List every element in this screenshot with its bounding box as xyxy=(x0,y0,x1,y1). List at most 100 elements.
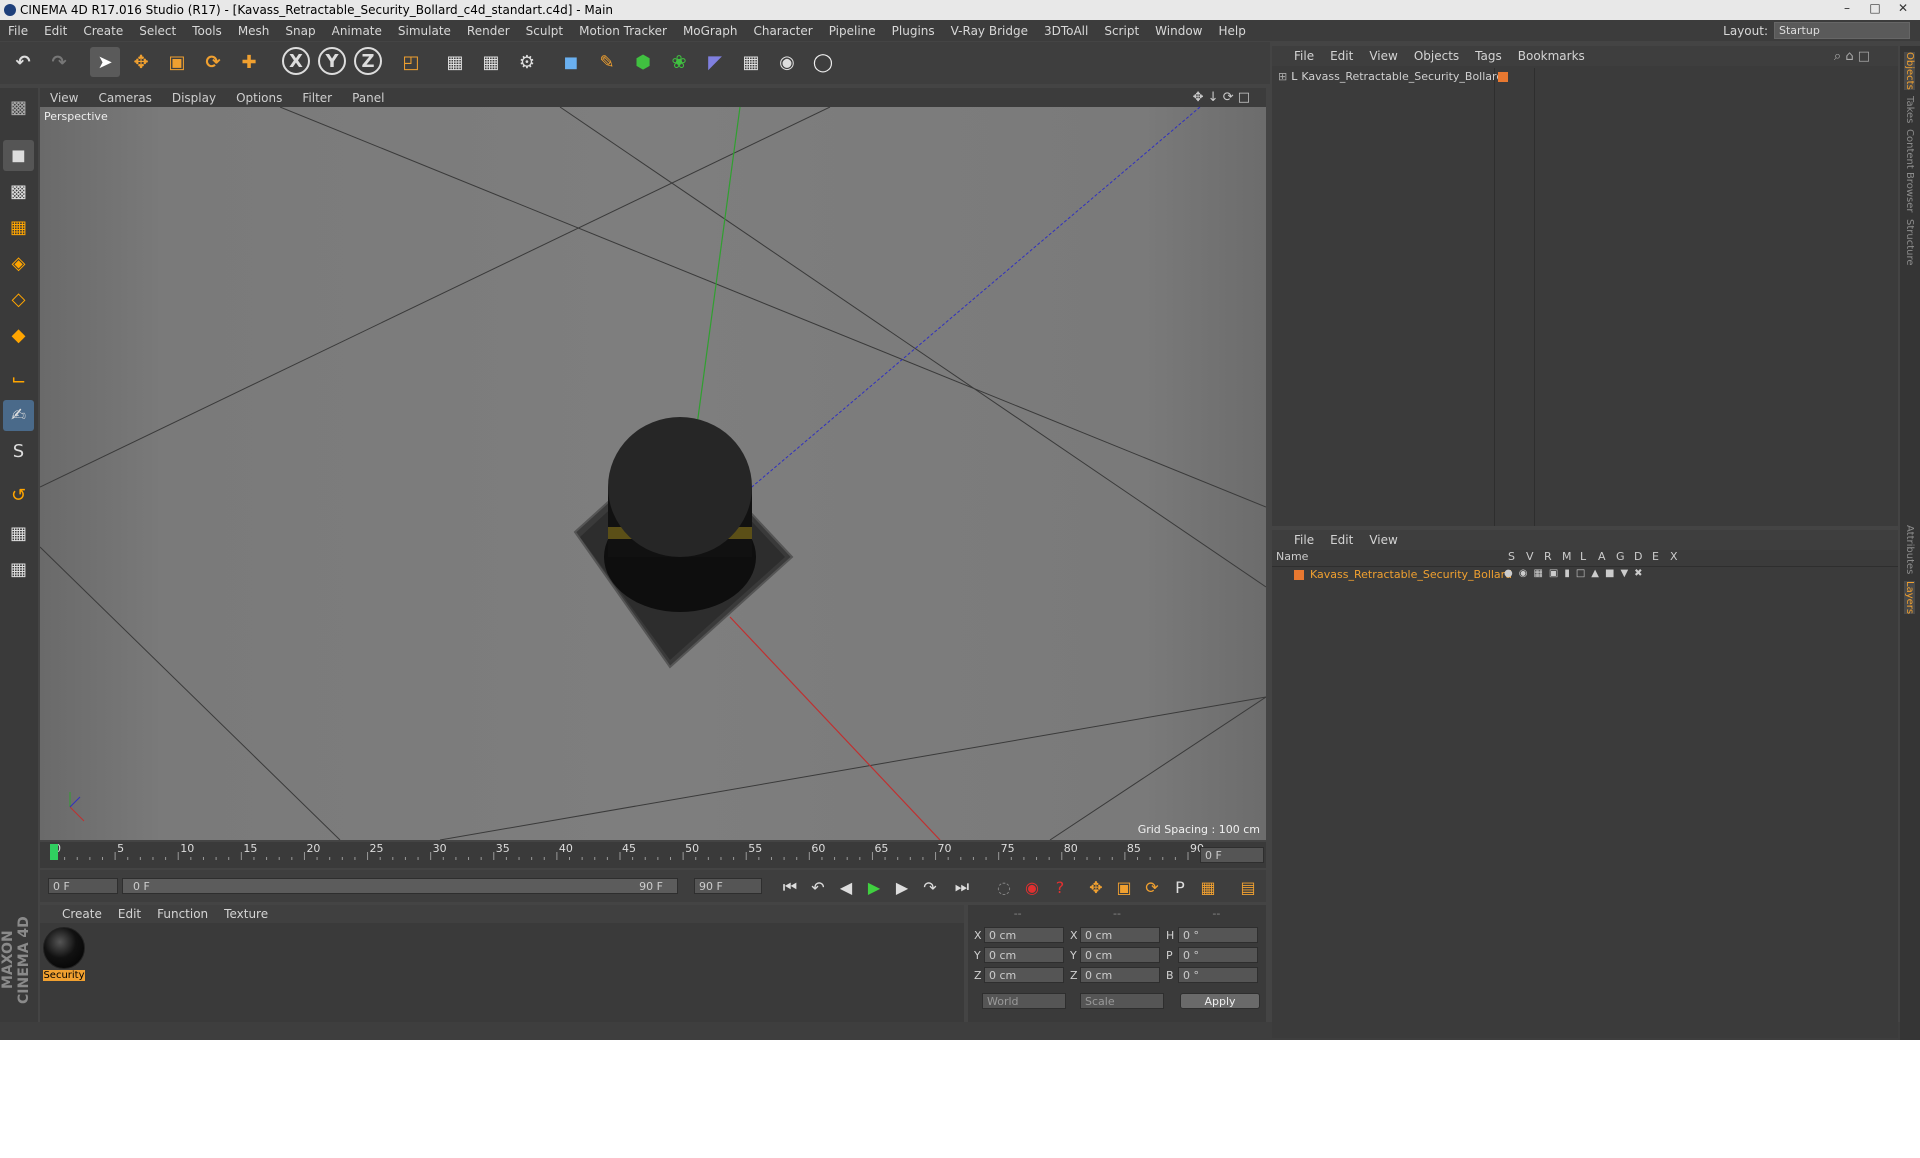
light-icon[interactable]: ◯ xyxy=(808,47,838,77)
menu-snap[interactable]: Snap xyxy=(277,24,323,38)
menu-3dtoall[interactable]: 3DToAll xyxy=(1036,24,1096,38)
menu-character[interactable]: Character xyxy=(745,24,820,38)
redo-icon[interactable]: ↷ xyxy=(44,47,74,77)
go-to-start-icon[interactable]: ⏮ xyxy=(778,875,802,899)
current-frame-field[interactable]: 0 F xyxy=(1200,847,1264,863)
tab-takes[interactable]: Takes xyxy=(1904,96,1915,123)
frame-range-slider[interactable]: 0 F 90 F xyxy=(122,878,678,894)
menu-tools[interactable]: Tools xyxy=(184,24,230,38)
perspective-viewport[interactable]: Perspective Grid Spacing : 100 cm xyxy=(40,107,1266,840)
key-position-icon[interactable]: ✥ xyxy=(1084,875,1108,899)
tab-objects[interactable]: Objects xyxy=(1904,52,1915,90)
make-editable-icon[interactable]: ▩ xyxy=(3,92,34,123)
layer-flag-icons[interactable]: ●◉▦▣▮□▲■▼✖ xyxy=(1504,568,1649,579)
expand-icon[interactable]: ⊞ xyxy=(1278,70,1287,83)
planar-workplane-icon[interactable]: ▦ xyxy=(3,554,34,585)
tweak-mode-icon[interactable]: ✍ xyxy=(3,400,34,431)
tab-attributes[interactable]: Attributes xyxy=(1904,525,1915,574)
camera-icon[interactable]: ◉ xyxy=(772,47,802,77)
layer-color-swatch[interactable] xyxy=(1294,570,1304,580)
menu-mograph[interactable]: MoGraph xyxy=(675,24,746,38)
key-rotation-icon[interactable]: ⟳ xyxy=(1140,875,1164,899)
obj-menu-bookmarks[interactable]: Bookmarks xyxy=(1510,49,1593,63)
play-icon[interactable]: ▶ xyxy=(862,875,886,899)
end-frame-field[interactable]: 90 F xyxy=(694,878,762,894)
menu-window[interactable]: Window xyxy=(1147,24,1210,38)
rotation-h-field[interactable]: 0 ° xyxy=(1178,927,1258,943)
layer-color-tag[interactable] xyxy=(1498,72,1508,82)
next-key-icon[interactable]: ↷ xyxy=(918,875,942,899)
menu-select[interactable]: Select xyxy=(131,24,184,38)
size-y-field[interactable]: 0 cm xyxy=(1080,947,1160,963)
y-axis-lock-icon[interactable]: Y xyxy=(318,47,346,75)
menu-edit[interactable]: Edit xyxy=(36,24,75,38)
rotation-p-field[interactable]: 0 ° xyxy=(1178,947,1258,963)
key-parameter-icon[interactable]: P xyxy=(1168,875,1192,899)
minimize-icon[interactable]: – xyxy=(1834,0,1860,16)
keyframe-selection-icon[interactable]: ? xyxy=(1048,875,1072,899)
model-mode-icon[interactable]: ◼ xyxy=(3,140,34,171)
material-swatch[interactable]: Security xyxy=(43,927,85,981)
next-frame-icon[interactable]: ▶ xyxy=(890,875,914,899)
obj-menu-file[interactable]: File xyxy=(1286,49,1322,63)
timeline-ruler[interactable]: 051015202530354045505560657075808590 0 F xyxy=(40,842,1266,868)
rotation-b-field[interactable]: 0 ° xyxy=(1178,967,1258,983)
tab-content-browser[interactable]: Content Browser xyxy=(1904,129,1915,212)
layer-row[interactable]: Kavass_Retractable_Security_Bollard ●◉▦▣… xyxy=(1272,567,1898,583)
viewport-navigation-icons[interactable]: ✥ ↓ ⟳ □ xyxy=(1183,90,1260,105)
deformer-icon[interactable]: ◤ xyxy=(700,47,730,77)
playhead-marker[interactable] xyxy=(50,844,58,860)
scale-mode-dropdown[interactable]: Scale xyxy=(1080,993,1164,1009)
layer-menu-view[interactable]: View xyxy=(1361,533,1405,547)
world-coordinates-icon[interactable]: ◰ xyxy=(396,47,426,77)
render-settings-icon[interactable]: ⚙ xyxy=(512,47,542,77)
layer-menu-file[interactable]: File xyxy=(1286,533,1322,547)
layout-dropdown[interactable]: Startup xyxy=(1774,22,1910,39)
menu-script[interactable]: Script xyxy=(1096,24,1147,38)
size-z-field[interactable]: 0 cm xyxy=(1080,967,1160,983)
menu-pipeline[interactable]: Pipeline xyxy=(821,24,884,38)
move-tool-icon[interactable]: ✥ xyxy=(126,47,156,77)
viewport-menu-display[interactable]: Display xyxy=(162,91,226,105)
position-z-field[interactable]: 0 cm xyxy=(984,967,1064,983)
menu-help[interactable]: Help xyxy=(1210,24,1253,38)
obj-menu-view[interactable]: View xyxy=(1361,49,1405,63)
material-menu-edit[interactable]: Edit xyxy=(110,907,149,921)
menu-mesh[interactable]: Mesh xyxy=(230,24,278,38)
pen-spline-icon[interactable]: ✎ xyxy=(592,47,622,77)
record-icon[interactable]: ◉ xyxy=(1020,875,1044,899)
coordinate-system-dropdown[interactable]: World xyxy=(982,993,1066,1009)
menu-create[interactable]: Create xyxy=(75,24,131,38)
object-row[interactable]: ⊞ L Kavass_Retractable_Security_Bollard xyxy=(1272,68,1503,84)
obj-menu-tags[interactable]: Tags xyxy=(1467,49,1510,63)
maximize-icon[interactable]: □ xyxy=(1862,0,1888,16)
position-x-field[interactable]: 0 cm xyxy=(984,927,1064,943)
obj-menu-objects[interactable]: Objects xyxy=(1406,49,1467,63)
previous-frame-icon[interactable]: ◀ xyxy=(834,875,858,899)
cloner-icon[interactable]: ❀ xyxy=(664,47,694,77)
menu-vray-bridge[interactable]: V-Ray Bridge xyxy=(943,24,1036,38)
workplane-lock-icon[interactable]: ▦ xyxy=(3,518,34,549)
x-axis-lock-icon[interactable]: X xyxy=(282,47,310,75)
snap-icon[interactable]: ↺ xyxy=(3,480,34,511)
z-axis-lock-icon[interactable]: Z xyxy=(354,47,382,75)
texture-mode-icon[interactable]: ▩ xyxy=(3,176,34,207)
polygons-mode-icon[interactable]: ◆ xyxy=(3,320,34,351)
menu-render[interactable]: Render xyxy=(459,24,518,38)
viewport-menu-cameras[interactable]: Cameras xyxy=(88,91,161,105)
viewport-menu-panel[interactable]: Panel xyxy=(342,91,394,105)
apply-button[interactable]: Apply xyxy=(1180,993,1260,1009)
select-tool-icon[interactable]: ➤ xyxy=(90,47,120,77)
key-scale-icon[interactable]: ▣ xyxy=(1112,875,1136,899)
obj-menu-edit[interactable]: Edit xyxy=(1322,49,1361,63)
points-mode-icon[interactable]: ◈ xyxy=(3,248,34,279)
axis-mode-icon[interactable]: ⌙ xyxy=(3,364,34,395)
rotate-tool-icon[interactable]: ⟳ xyxy=(198,47,228,77)
floor-icon[interactable]: ▦ xyxy=(736,47,766,77)
material-menu-function[interactable]: Function xyxy=(149,907,216,921)
subdivision-surface-icon[interactable]: ⬢ xyxy=(628,47,658,77)
close-icon[interactable]: ✕ xyxy=(1890,0,1916,16)
obj-search-icon[interactable]: ⌕ ⌂ □ xyxy=(1826,49,1878,64)
menu-animate[interactable]: Animate xyxy=(324,24,390,38)
scale-tool-icon[interactable]: ▣ xyxy=(162,47,192,77)
